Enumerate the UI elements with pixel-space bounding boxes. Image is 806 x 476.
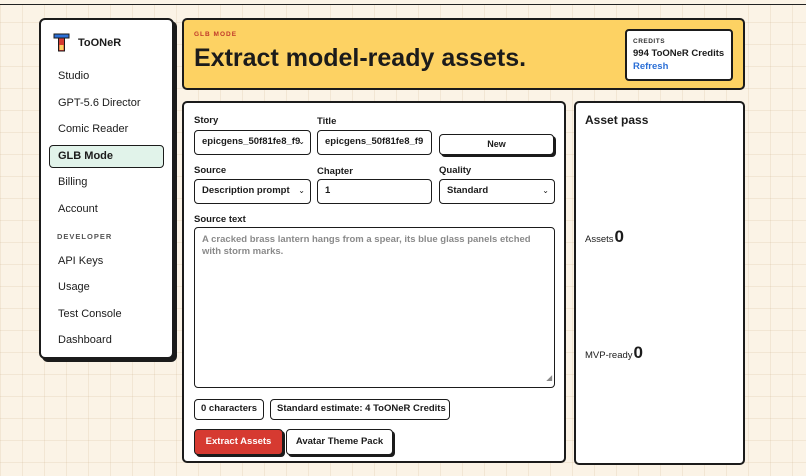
source-text-label: Source text: [194, 214, 246, 225]
page-title: Extract model-ready assets.: [194, 44, 527, 72]
mvp-ready-value: 0: [633, 343, 643, 362]
toner-logo-icon: [53, 33, 70, 52]
refresh-link[interactable]: Refresh: [633, 61, 725, 72]
extraction-form: Story epicgens_50f81fe8_f9 ⌄ Title epicg…: [182, 101, 566, 463]
chapter-input[interactable]: 1: [317, 179, 432, 204]
source-text-placeholder: A cracked brass lantern hangs from a spe…: [202, 234, 531, 257]
chevron-down-icon: ⌄: [298, 186, 305, 195]
title-label: Title: [317, 116, 337, 127]
brand[interactable]: ToONeR: [53, 30, 164, 56]
quality-label: Quality: [439, 165, 472, 176]
credits-amount: 994 ToONeR Credits: [633, 48, 725, 59]
assets-label: Assets: [585, 234, 614, 245]
chevron-down-icon: ⌄: [542, 186, 549, 195]
credits-card: CREDITS 994 ToONeR Credits Refresh: [625, 29, 733, 81]
sidebar-item-dashboard[interactable]: Dashboard: [49, 329, 164, 352]
story-label: Story: [194, 115, 219, 126]
sidebar-item-director[interactable]: GPT-5.6 Director: [49, 92, 164, 115]
source-select[interactable]: Description prompt ⌄: [194, 179, 311, 204]
sidebar-item-glb-mode[interactable]: GLB Mode: [49, 144, 164, 168]
credits-label: CREDITS: [633, 38, 666, 45]
title-input[interactable]: epicgens_50f81fe8_f9: [317, 130, 432, 155]
sidebar-item-test-console[interactable]: Test Console: [49, 303, 164, 326]
source-text-area[interactable]: A cracked brass lantern hangs from a spe…: [194, 227, 555, 388]
story-select[interactable]: epicgens_50f81fe8_f9 ⌄: [194, 130, 311, 155]
title-input-value: epicgens_50f81fe8_f9: [325, 136, 424, 147]
source-select-value: Description prompt: [202, 185, 290, 196]
credit-estimate: Standard estimate: 4 ToONeR Credits: [270, 399, 450, 420]
chapter-input-value: 1: [325, 185, 331, 196]
page-banner: GLB MODE Extract model-ready assets. CRE…: [182, 18, 745, 90]
mvp-ready-label: MVP-ready: [585, 350, 633, 361]
new-button[interactable]: New: [439, 134, 554, 155]
quality-select[interactable]: Standard ⌄: [439, 179, 555, 204]
source-label: Source: [194, 165, 227, 176]
top-divider: [0, 0, 806, 5]
quality-select-value: Standard: [447, 185, 489, 196]
sidebar-item-api-keys[interactable]: API Keys: [49, 250, 164, 273]
sidebar-item-usage[interactable]: Usage: [49, 276, 164, 299]
sidebar-section-developer: DEVELOPER: [57, 231, 113, 241]
sidebar-item-account[interactable]: Account: [49, 198, 164, 221]
story-select-value: epicgens_50f81fe8_f9: [202, 136, 301, 147]
extract-assets-button[interactable]: Extract Assets: [194, 429, 283, 455]
character-count: 0 characters: [194, 399, 264, 420]
sidebar-item-studio[interactable]: Studio: [49, 65, 164, 88]
assets-value: 0: [614, 227, 624, 246]
sidebar: ToONeR Studio GPT-5.6 Director Comic Rea…: [39, 18, 174, 359]
assets-stat: Assets 0: [585, 227, 624, 247]
chapter-label: Chapter: [317, 166, 353, 177]
resize-grip-icon[interactable]: ◢: [547, 373, 552, 385]
banner-kicker: GLB MODE: [194, 31, 238, 38]
asset-pass-title: Asset pass: [585, 113, 649, 127]
sidebar-item-billing[interactable]: Billing: [49, 171, 164, 194]
avatar-theme-pack-button[interactable]: Avatar Theme Pack: [286, 429, 393, 455]
mvp-ready-stat: MVP-ready 0: [585, 343, 643, 363]
asset-pass-panel: Asset pass Assets 0 MVP-ready 0: [574, 101, 745, 465]
sidebar-item-comic-reader[interactable]: Comic Reader: [49, 118, 164, 141]
chevron-down-icon: ⌄: [298, 137, 305, 146]
brand-name: ToONeR: [78, 37, 122, 49]
